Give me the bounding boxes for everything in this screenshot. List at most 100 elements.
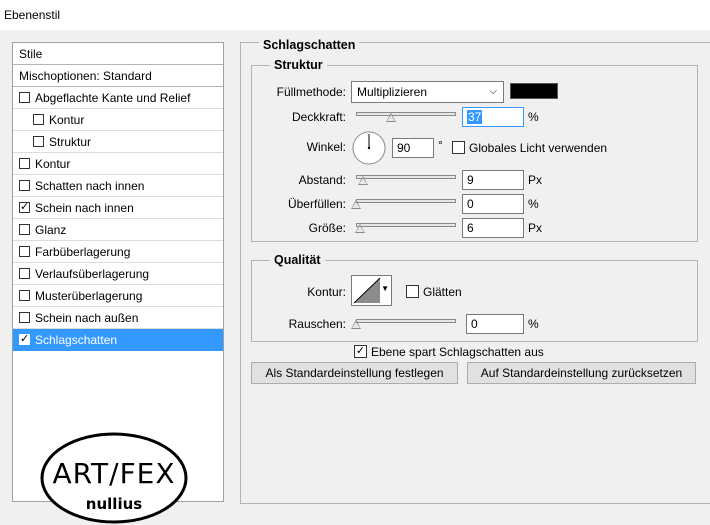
style-item-label: Struktur [49, 135, 92, 149]
angle-label: Winkel: [306, 140, 346, 154]
structure-title: Struktur [270, 58, 327, 72]
style-item-label: Schlagschatten [35, 333, 118, 347]
distance-label: Abstand: [298, 173, 346, 187]
opacity-slider-track[interactable] [356, 112, 456, 116]
styles-header[interactable]: Stile [13, 43, 223, 65]
angle-value: 90 [397, 141, 411, 155]
blend-mode-value: Multiplizieren [357, 85, 428, 99]
style-item-label: Farbüberlagerung [35, 245, 131, 259]
drop-shadow-panel: Schlagschatten Struktur Füllmethode: Mul… [240, 38, 710, 504]
style-item-label: Kontur [49, 113, 85, 127]
contour-picker[interactable]: ▼ [351, 275, 392, 306]
checkbox-icon[interactable] [33, 136, 44, 147]
size-slider-thumb[interactable] [355, 224, 365, 233]
contour-label: Kontur: [307, 285, 346, 299]
style-item-label: Musterüberlagerung [35, 289, 143, 303]
chevron-down-icon: ⌵ [489, 86, 497, 97]
distance-unit: Px [528, 173, 543, 187]
checkbox-icon[interactable] [19, 180, 30, 191]
style-item[interactable]: Struktur [13, 131, 223, 153]
size-value: 6 [467, 221, 474, 235]
style-item[interactable]: Glanz [13, 219, 223, 241]
make-default-button[interactable]: Als Standardeinstellung festlegen [251, 362, 458, 384]
blend-mode-label: Füllmethode: [276, 85, 346, 99]
style-item[interactable]: Schatten nach innen [13, 175, 223, 197]
distance-input[interactable]: 9 [462, 170, 524, 190]
distance-value: 9 [467, 173, 474, 187]
checkbox-icon[interactable] [19, 312, 30, 323]
antialias-checkbox[interactable] [406, 285, 419, 298]
style-item[interactable]: Verlaufsüberlagerung [13, 263, 223, 285]
shadow-color-swatch[interactable] [510, 83, 558, 99]
reset-default-button[interactable]: Auf Standardeinstellung zurücksetzen [467, 362, 696, 384]
style-item-label: Abgeflachte Kante und Relief [35, 91, 191, 105]
blend-options-item[interactable]: Mischoptionen: Standard [13, 65, 223, 87]
structure-group: Struktur Füllmethode: Multiplizieren ⌵ D… [251, 58, 698, 242]
checkbox-icon[interactable] [19, 290, 30, 301]
checkbox-icon[interactable] [33, 114, 44, 125]
style-item-label: Verlaufsüberlagerung [35, 267, 150, 281]
title-bar: Ebenenstil [0, 0, 710, 30]
opacity-label: Deckkraft: [291, 110, 346, 124]
style-item[interactable]: Farbüberlagerung [13, 241, 223, 263]
blend-options-label: Mischoptionen: Standard [19, 69, 152, 83]
style-item[interactable]: ✓ Schein nach innen [13, 197, 223, 219]
drop-shadow-title: Schlagschatten [259, 38, 360, 52]
svg-text:nullius: nullius [86, 495, 142, 513]
spread-label: Überfüllen: [287, 197, 346, 211]
checkbox-icon[interactable] [19, 246, 30, 257]
style-item-label: Schatten nach innen [35, 179, 145, 193]
size-input[interactable]: 6 [462, 218, 524, 238]
svg-text:ART/FEX: ART/FEX [52, 457, 175, 490]
style-item[interactable]: Musterüberlagerung [13, 285, 223, 307]
distance-slider-track[interactable] [356, 175, 456, 179]
antialias-label: Glätten [423, 285, 462, 299]
noise-unit: % [528, 317, 539, 331]
spread-slider-thumb[interactable] [351, 200, 361, 209]
style-item[interactable]: Kontur [13, 109, 223, 131]
noise-value: 0 [471, 317, 478, 331]
spread-value: 0 [467, 197, 474, 211]
styles-header-label: Stile [19, 47, 43, 61]
styles-list-panel: Stile Mischoptionen: Standard Abgeflacht… [12, 42, 224, 524]
checkbox-icon[interactable] [19, 268, 30, 279]
style-item-label: Glanz [35, 223, 67, 237]
knockout-checkbox[interactable]: ✓ [354, 345, 367, 358]
style-item-label: Kontur [35, 157, 71, 171]
chevron-down-icon[interactable]: ▼ [381, 284, 389, 293]
noise-slider-thumb[interactable] [351, 320, 361, 329]
size-label: Größe: [308, 221, 346, 235]
style-item[interactable]: ✓ Schlagschatten [13, 329, 223, 351]
opacity-slider-thumb[interactable] [386, 113, 396, 122]
size-unit: Px [528, 221, 543, 235]
distance-slider-thumb[interactable] [358, 176, 368, 185]
global-light-checkbox[interactable] [452, 141, 465, 154]
opacity-value: 37 [467, 110, 483, 124]
quality-title: Qualität [270, 253, 325, 267]
angle-dial[interactable] [351, 130, 387, 166]
artifex-logo: ART/FEX nullius [40, 432, 188, 524]
contour-curve-icon [353, 277, 381, 304]
spread-unit: % [528, 197, 539, 211]
noise-slider-track[interactable] [356, 319, 456, 323]
spread-input[interactable]: 0 [462, 194, 524, 214]
style-item[interactable]: Schein nach außen [13, 307, 223, 329]
checkbox-icon[interactable] [19, 224, 30, 235]
noise-label: Rauschen: [288, 317, 346, 331]
checked-checkbox-icon[interactable]: ✓ [19, 202, 30, 213]
blend-mode-select[interactable]: Multiplizieren ⌵ [351, 81, 504, 103]
style-item[interactable]: Abgeflachte Kante und Relief [13, 87, 223, 109]
global-light-label: Globales Licht verwenden [469, 141, 608, 155]
knockout-label: Ebene spart Schlagschatten aus [371, 345, 544, 359]
checked-checkbox-icon[interactable]: ✓ [19, 334, 30, 345]
style-item[interactable]: Kontur [13, 153, 223, 175]
spread-slider-track[interactable] [356, 199, 456, 203]
checkbox-icon[interactable] [19, 158, 30, 169]
angle-input[interactable]: 90 [392, 138, 434, 158]
size-slider-track[interactable] [356, 223, 456, 227]
checkbox-icon[interactable] [19, 92, 30, 103]
noise-input[interactable]: 0 [466, 314, 524, 334]
quality-group: Qualität Kontur: ▼ Glätten Rauschen: 0 % [251, 253, 698, 342]
opacity-input[interactable]: 37 [462, 107, 524, 127]
angle-unit: ° [438, 138, 443, 152]
